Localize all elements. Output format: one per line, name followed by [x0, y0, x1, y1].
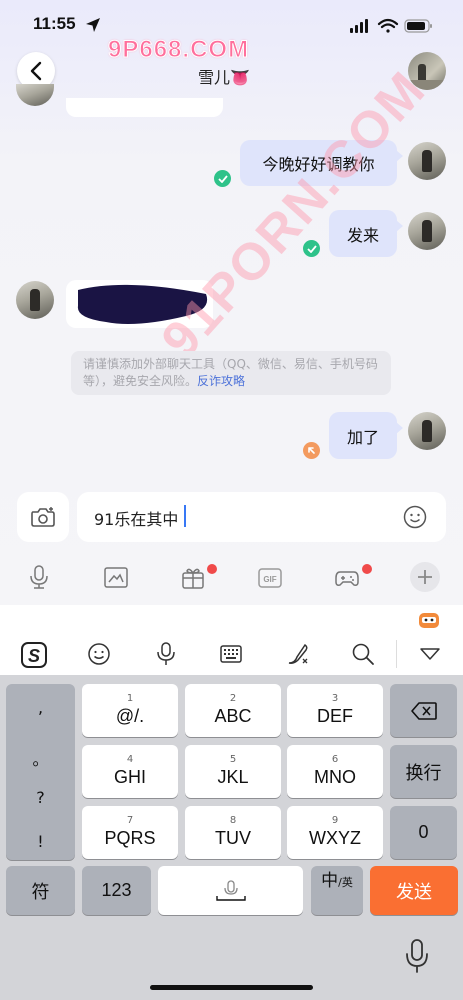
sogou-logo-icon[interactable]: S [20, 641, 48, 669]
emoji-icon[interactable] [403, 505, 427, 529]
punct-key[interactable]: , [6, 698, 75, 717]
notification-dot [207, 564, 217, 574]
location-arrow-icon [86, 18, 100, 32]
svg-text:S: S [28, 646, 40, 666]
collapse-icon[interactable] [419, 647, 441, 661]
newline-key[interactable]: 换行 [390, 745, 457, 798]
microphone-icon[interactable] [154, 641, 178, 667]
chat-title[interactable]: 雪儿👅 [198, 64, 250, 88]
key-0[interactable]: 0 [390, 806, 457, 859]
my-avatar[interactable] [408, 212, 446, 250]
status-time: 11:55 [33, 14, 76, 33]
punctuation-column[interactable]: , 。 ? ! [6, 684, 75, 860]
chevron-left-icon [30, 61, 42, 81]
punct-key[interactable]: 。 [6, 746, 75, 770]
svg-text:GIF: GIF [263, 575, 276, 584]
emoji-icon[interactable] [87, 642, 111, 666]
sending-status-icon [303, 442, 320, 459]
message-text: 加了 [346, 427, 379, 447]
key-2[interactable]: 2 ABC [185, 684, 281, 737]
gif-icon[interactable]: GIF [257, 565, 283, 591]
contact-avatar[interactable] [16, 281, 54, 319]
numbers-key[interactable]: 123 [82, 866, 151, 915]
my-avatar[interactable] [408, 142, 446, 180]
read-check-icon [214, 170, 231, 187]
gift-icon[interactable] [180, 565, 206, 591]
punct-key[interactable]: ? [6, 788, 75, 807]
punct-key[interactable]: ! [6, 832, 75, 851]
delete-key[interactable] [390, 684, 457, 737]
notification-dot [362, 564, 372, 574]
backspace-icon [410, 701, 437, 720]
image-icon[interactable] [103, 565, 129, 591]
plus-icon [418, 570, 432, 584]
key-1[interactable]: 1 @/. [82, 684, 178, 737]
key-9[interactable]: 9 WXYZ [287, 806, 383, 859]
dictation-icon[interactable] [404, 938, 430, 974]
key-4[interactable]: 4 GHI [82, 745, 178, 798]
mascot-icon[interactable] [417, 610, 441, 630]
status-icons [350, 18, 432, 33]
more-button[interactable] [410, 562, 440, 592]
language-key[interactable]: 中/英 [311, 866, 363, 915]
space-mic-icon [215, 879, 246, 901]
battery-icon [404, 19, 432, 33]
anti-fraud-link[interactable]: 反诈攻略 [197, 374, 245, 388]
key-5[interactable]: 5 JKL [185, 745, 281, 798]
handwriting-icon[interactable] [285, 641, 311, 667]
safety-notice: 请谨慎添加外部聊天工具（QQ、微信、易信、手机号码等），避免安全风险。反诈攻略 [71, 351, 391, 395]
send-key[interactable]: 发送 [370, 866, 458, 915]
message-bubble-outgoing[interactable]: 发来 [329, 210, 403, 257]
camera-icon [31, 507, 55, 527]
message-input-text[interactable]: 91乐在其中 [94, 506, 178, 530]
key-3[interactable]: 3 DEF [287, 684, 383, 737]
symbol-key[interactable]: 符 [6, 866, 75, 915]
search-icon[interactable] [351, 642, 375, 666]
watermark-logo: 9P668.COM [107, 36, 250, 64]
message-bubble-outgoing[interactable]: 加了 [329, 412, 403, 459]
signal-icon [350, 19, 368, 33]
my-avatar[interactable] [408, 412, 446, 450]
text-cursor [184, 505, 186, 527]
game-controller-icon[interactable] [334, 565, 360, 591]
key-6[interactable]: 6 MNO [287, 745, 383, 798]
message-text: 发来 [346, 225, 379, 245]
key-7[interactable]: 7 PQRS [82, 806, 178, 859]
message-bubble-incoming[interactable] [66, 98, 223, 117]
space-key[interactable] [158, 866, 303, 915]
camera-button[interactable] [17, 492, 69, 542]
key-8[interactable]: 8 TUV [185, 806, 281, 859]
divider [396, 640, 397, 668]
keyboard-icon[interactable] [219, 643, 243, 665]
microphone-icon[interactable] [26, 564, 52, 590]
wifi-icon [377, 18, 399, 33]
home-indicator [150, 985, 313, 990]
